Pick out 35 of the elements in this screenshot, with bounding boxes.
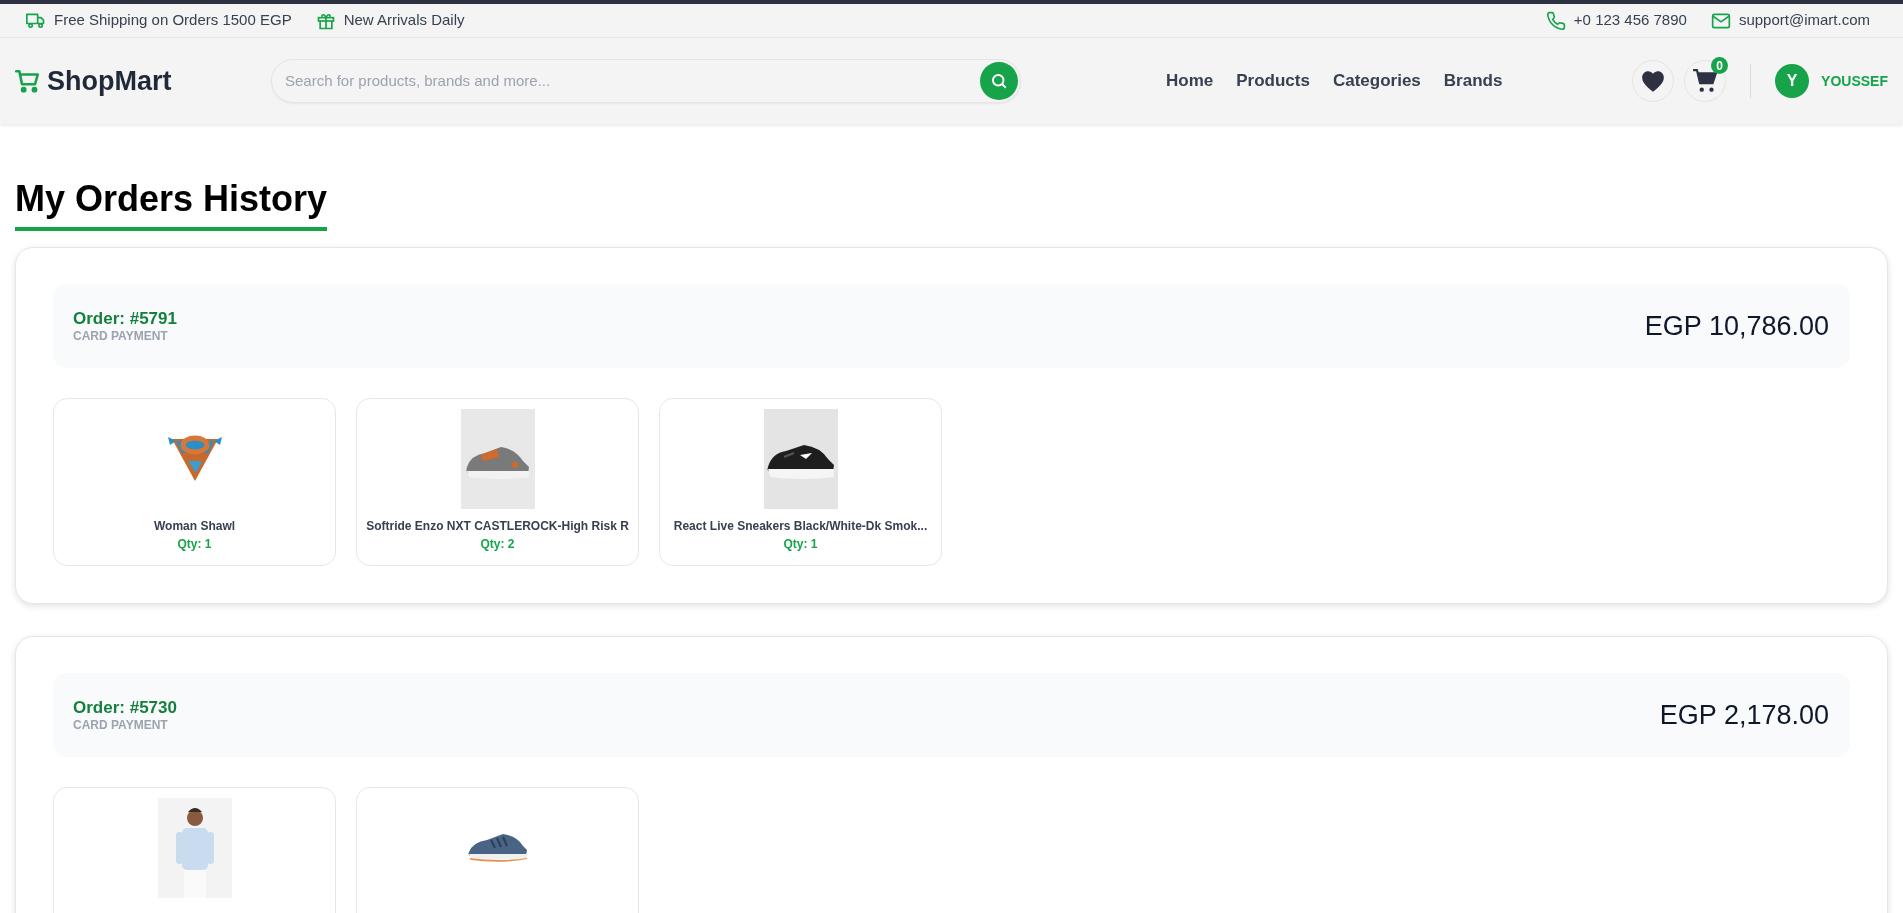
promo-text: New Arrivals Daily: [343, 10, 465, 31]
product-card[interactable]: Softride Enzo NXT CASTLEROCK-High Risk R Qty: 2: [356, 398, 639, 566]
nav-link[interactable]: Categories: [1332, 68, 1421, 94]
search-bar[interactable]: Search for products, brands and more...: [271, 59, 1021, 103]
product-card[interactable]: React Live Sneakers Black/White-Dk Smok... Qty: 1: [659, 398, 942, 566]
nav-link[interactable]: Home: [1166, 68, 1214, 94]
order-number: Order: #5730: [73, 696, 177, 719]
logo[interactable]: ShopMart: [47, 60, 172, 102]
promo-text: Free Shipping on Orders 1500 EGP: [54, 10, 292, 31]
product-quantity: Qty: 2: [480, 536, 515, 553]
order-total: EGP 2,178.00: [1659, 698, 1830, 732]
product-name: React Live Sneakers Black/White-Dk Smok...: [673, 518, 928, 535]
heart-icon: [1640, 69, 1667, 93]
search-icon: [990, 72, 1008, 90]
contact-text: +0 123 456 7890: [1573, 10, 1687, 31]
cart-count-badge: 0: [1711, 57, 1729, 74]
product-quantity: Qty: 1: [177, 536, 212, 553]
contact-text: support@imart.com: [1738, 10, 1870, 31]
product-card[interactable]: Woman Shawl Qty: 1: [53, 398, 336, 566]
cart-icon: [1692, 69, 1719, 93]
cart-logo-icon: [15, 68, 41, 94]
order-total: EGP 10,786.00: [1644, 309, 1830, 343]
product-name: Softride Enzo NXT CASTLEROCK-High Risk R: [366, 518, 629, 535]
search-input[interactable]: Search for products, brands and more...: [285, 69, 980, 93]
nav-link[interactable]: Products: [1236, 68, 1310, 94]
payment-method: CARD PAYMENT: [73, 718, 169, 734]
search-button[interactable]: [980, 62, 1018, 100]
product-name: Woman Shawl: [153, 518, 236, 535]
page-title: My Orders History: [15, 176, 328, 231]
product-quantity: Qty: 1: [783, 536, 818, 553]
phone-icon: [1545, 10, 1566, 31]
order-number: Order: #5791: [73, 307, 177, 330]
payment-method: CARD PAYMENT: [73, 329, 169, 345]
nav-link[interactable]: Brands: [1443, 68, 1503, 94]
product-card[interactable]: [356, 787, 639, 913]
